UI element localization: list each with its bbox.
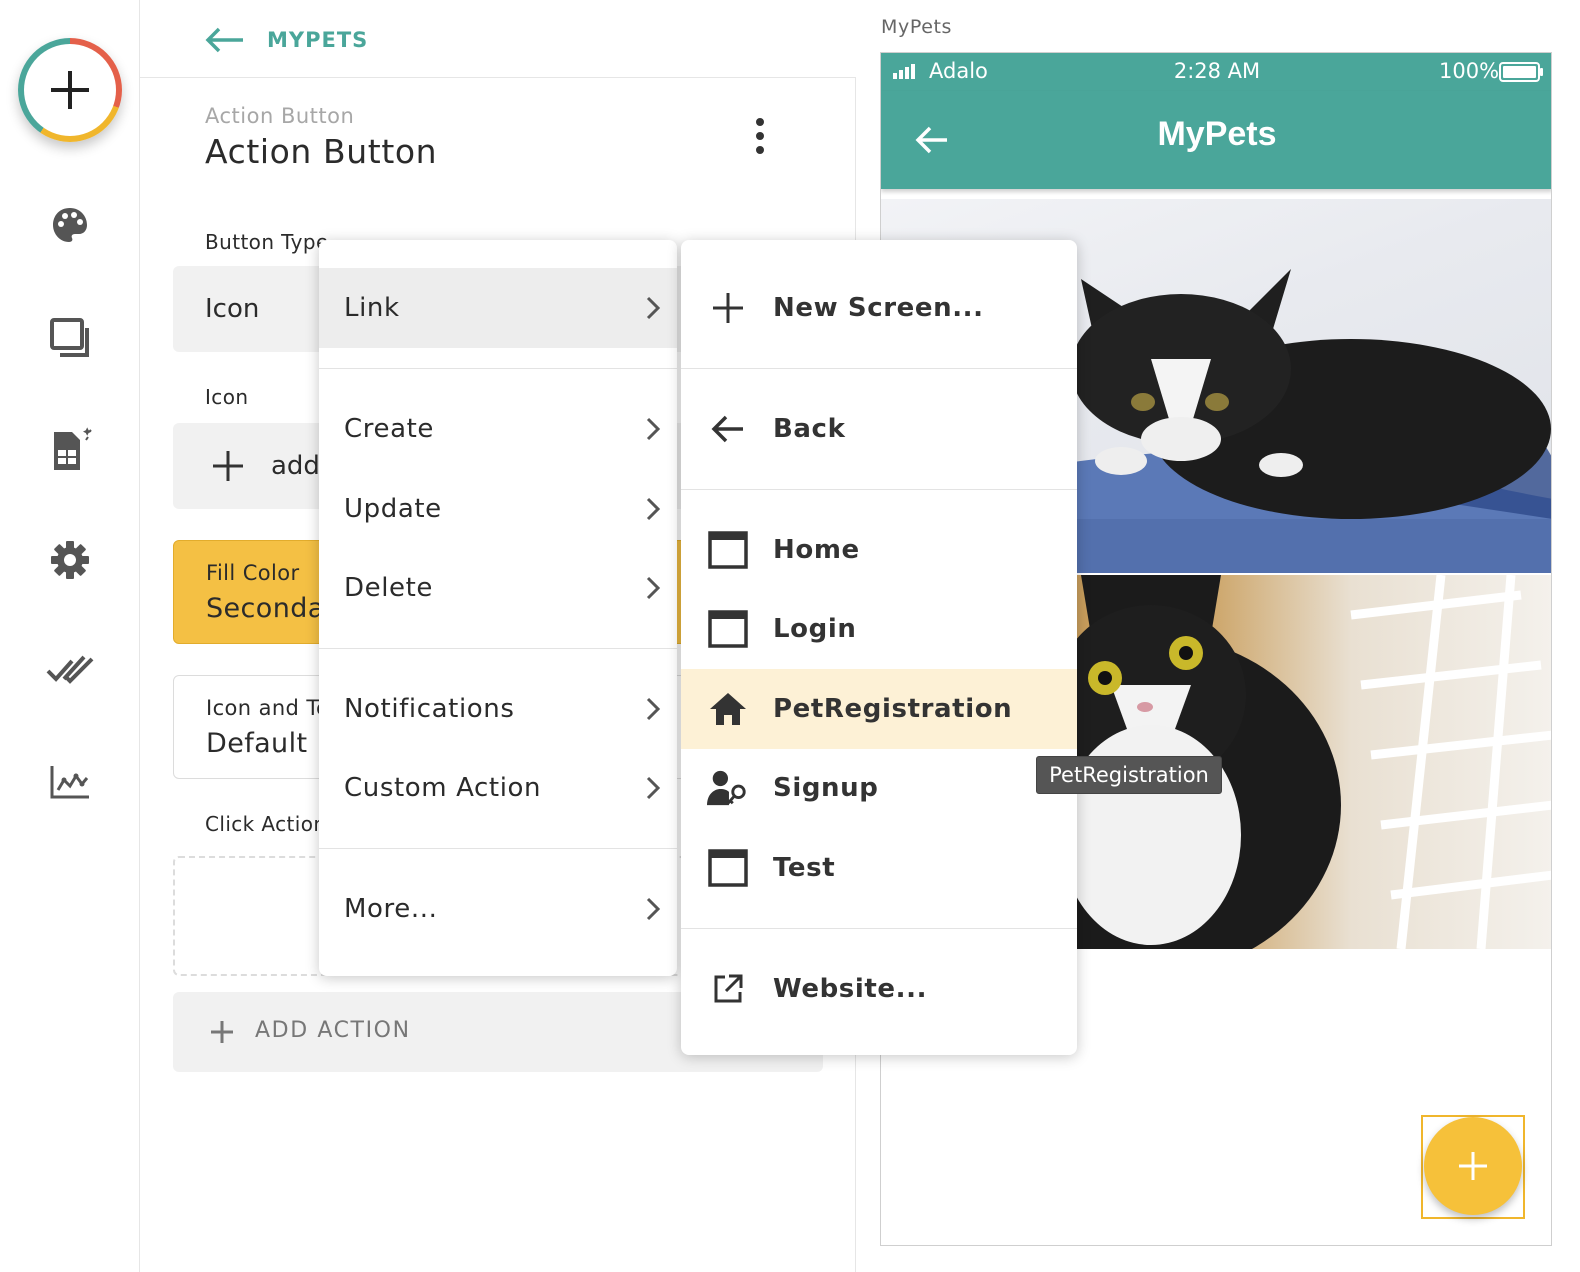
chevron-right-icon	[646, 417, 661, 441]
plus-icon	[707, 287, 749, 329]
link-item-back[interactable]: Back	[681, 389, 1077, 469]
menu-item-label: Delete	[344, 573, 434, 603]
menu-item-label: Custom Action	[344, 773, 542, 803]
analytics-icon[interactable]	[45, 757, 95, 807]
menu-item-notifications[interactable]: Notifications	[319, 669, 677, 749]
action-button-preview[interactable]	[1424, 1117, 1522, 1215]
menu-item-label: Notifications	[344, 694, 515, 724]
link-item-label: Test	[773, 853, 836, 883]
link-item-petregistration[interactable]: PetRegistration	[681, 669, 1077, 749]
link-item-new-screen[interactable]: New Screen...	[681, 268, 1077, 348]
link-item-label: New Screen...	[773, 293, 984, 323]
arrow-left-icon	[707, 408, 749, 450]
menu-item-create[interactable]: Create	[319, 389, 677, 469]
icon-label: Icon	[205, 385, 249, 409]
menu-item-label: Update	[344, 494, 442, 524]
button-type-label: Button Type	[205, 230, 329, 254]
action-type-menu: Link Create Update Delete Notifications …	[319, 240, 677, 976]
plus-icon	[213, 451, 243, 481]
more-options-button[interactable]	[742, 118, 778, 162]
menu-item-link[interactable]: Link	[319, 268, 677, 348]
link-item-label: PetRegistration	[773, 694, 1013, 724]
add-action-label: ADD ACTION	[255, 1018, 411, 1043]
palette-icon[interactable]	[45, 200, 95, 250]
battery-icon	[1499, 62, 1543, 82]
menu-item-label: More...	[344, 894, 438, 924]
menu-item-label: Create	[344, 414, 434, 444]
chevron-right-icon	[646, 897, 661, 921]
link-item-website[interactable]: Website...	[681, 949, 1077, 1029]
menu-item-delete[interactable]: Delete	[319, 548, 677, 628]
link-item-label: Signup	[773, 773, 879, 803]
screen-icon	[707, 608, 749, 650]
screen-icon	[707, 847, 749, 889]
publish-icon[interactable]	[45, 645, 95, 695]
home-icon	[707, 688, 749, 730]
external-link-icon	[707, 968, 749, 1010]
more-vert-icon	[756, 118, 764, 154]
click-actions-label: Click Actions	[205, 812, 338, 836]
component-title: Action Button	[205, 132, 438, 171]
chevron-right-icon	[646, 776, 661, 800]
add-component-button[interactable]	[18, 38, 122, 142]
chevron-right-icon	[646, 497, 661, 521]
link-item-test[interactable]: Test	[681, 828, 1077, 908]
link-item-label: Home	[773, 535, 860, 565]
tooltip: PetRegistration	[1036, 756, 1222, 794]
add-icon	[51, 71, 89, 109]
chevron-right-icon	[646, 296, 661, 320]
menu-item-more[interactable]: More...	[319, 869, 677, 949]
preview-caption: MyPets	[881, 16, 953, 38]
chevron-right-icon	[646, 576, 661, 600]
link-item-signup[interactable]: Signup	[681, 748, 1077, 828]
menu-item-custom-action[interactable]: Custom Action	[319, 748, 677, 828]
screens-icon[interactable]	[45, 313, 95, 363]
arrow-left-icon	[205, 27, 243, 53]
back-link-label: MYPETS	[267, 28, 369, 52]
app-bar: MyPets	[881, 91, 1551, 189]
menu-item-label: Link	[344, 293, 400, 323]
icon-add-text: add	[271, 451, 320, 481]
plus-icon	[211, 1021, 233, 1043]
settings-icon[interactable]	[45, 535, 95, 585]
menu-item-update[interactable]: Update	[319, 469, 677, 549]
battery-level: 100%	[1439, 59, 1500, 83]
app-title: MyPets	[1157, 115, 1277, 153]
link-item-home[interactable]: Home	[681, 510, 1077, 590]
link-item-login[interactable]: Login	[681, 589, 1077, 669]
chevron-right-icon	[646, 697, 661, 721]
database-icon[interactable]	[45, 425, 95, 475]
link-item-label: Back	[773, 414, 846, 444]
status-bar: Adalo 2:28 AM 100%	[881, 53, 1551, 91]
button-type-value: Icon	[205, 294, 260, 324]
left-rail	[0, 0, 140, 1272]
screen-icon	[707, 529, 749, 571]
link-item-label: Login	[773, 614, 857, 644]
fill-color-label: Fill Color	[206, 561, 300, 585]
component-subtitle: Action Button	[205, 104, 355, 128]
link-item-label: Website...	[773, 974, 928, 1004]
back-to-app-link[interactable]: MYPETS	[205, 20, 368, 60]
plus-icon	[1459, 1152, 1487, 1180]
link-target-menu: New Screen... Back Home Login PetRegistr…	[681, 240, 1077, 1055]
user-key-icon	[707, 767, 749, 809]
